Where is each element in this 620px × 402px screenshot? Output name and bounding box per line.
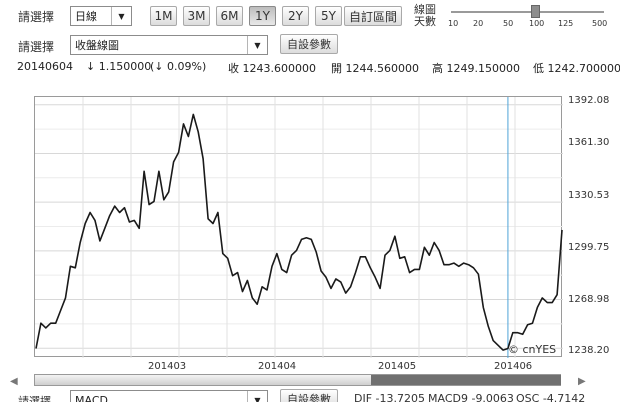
custom-range-button[interactable]: 自訂區間 [344, 6, 402, 26]
chart-type-dropdown-value: 收盤線圖 [75, 39, 119, 52]
chevron-down-icon: ▼ [247, 391, 267, 402]
quote-change: ↓ 1.150000 [86, 60, 152, 73]
scrollbar-unselected-range[interactable] [35, 375, 371, 385]
range-button-2y[interactable]: 2Y [282, 6, 309, 26]
chart-scrollbar[interactable] [34, 374, 561, 386]
range-button-3m[interactable]: 3M [183, 6, 210, 26]
price-series-line [35, 113, 563, 351]
period-select-label: 請選擇 [18, 10, 55, 24]
y-tick-label: 1361.30 [568, 137, 610, 148]
range-button-1y[interactable]: 1Y [249, 6, 276, 26]
days-tick-50: 50 [503, 19, 514, 28]
cnyes-watermark: © cnYES [508, 343, 557, 356]
days-slider-track[interactable] [451, 11, 604, 13]
indicator-select-label: 請選擇 [18, 395, 51, 402]
days-label: 線圖 天數 [414, 3, 436, 28]
indicator-dropdown-value: MACD [75, 393, 108, 402]
chevron-down-icon: ▼ [247, 36, 267, 54]
y-tick-label: 1268.98 [568, 294, 610, 305]
days-tick-10: 10 [448, 19, 459, 28]
x-tick-label: 201406 [494, 361, 533, 372]
y-tick-label: 1299.75 [568, 242, 610, 253]
period-dropdown[interactable]: 日線 ▼ [70, 6, 132, 26]
scroll-right-arrow-icon[interactable]: ▶ [578, 376, 586, 387]
chart-type-select-label: 請選擇 [18, 40, 55, 54]
scrollbar-selected-range[interactable] [371, 375, 561, 385]
days-tick-500: 500 [592, 19, 608, 28]
x-tick-label: 201405 [378, 361, 417, 372]
chart-type-dropdown[interactable]: 收盤線圖 ▼ [70, 35, 268, 55]
macd9-value: MACD9 -9.0063 [428, 392, 514, 402]
x-tick-label: 201404 [258, 361, 297, 372]
days-tick-125: 125 [558, 19, 574, 28]
custom-params-button[interactable]: 自設參數 [280, 34, 338, 54]
y-tick-label: 1392.08 [568, 95, 610, 106]
days-slider-thumb[interactable] [531, 5, 540, 18]
indicator-params-button[interactable]: 自設參數 [280, 389, 338, 402]
quote-low: 低 1242.700000 [533, 62, 620, 75]
y-tick-label: 1238.20 [568, 345, 610, 356]
quote-date: 20140604 [17, 60, 73, 73]
quote-high: 高 1249.150000 [432, 62, 520, 75]
price-chart[interactable] [34, 96, 563, 358]
range-button-1m[interactable]: 1M [150, 6, 177, 26]
days-tick-100: 100 [529, 19, 545, 28]
period-dropdown-value: 日線 [75, 10, 97, 23]
scroll-left-arrow-icon[interactable]: ◀ [10, 376, 18, 387]
days-tick-20: 20 [473, 19, 484, 28]
macd-dif-value: DIF -13.7205 [354, 392, 425, 402]
price-chart-svg [35, 97, 563, 358]
macd-osc-value: OSC -4.7142 [516, 392, 586, 402]
x-tick-label: 201403 [148, 361, 187, 372]
indicator-dropdown[interactable]: MACD ▼ [70, 390, 268, 402]
quote-open: 開 1244.560000 [331, 62, 419, 75]
chevron-down-icon: ▼ [111, 7, 131, 25]
y-tick-label: 1330.53 [568, 190, 610, 201]
range-button-6m[interactable]: 6M [216, 6, 243, 26]
quote-close: 收 1243.600000 [228, 62, 316, 75]
range-button-5y[interactable]: 5Y [315, 6, 342, 26]
quote-change-pct: (↓ 0.09%) [150, 60, 207, 73]
